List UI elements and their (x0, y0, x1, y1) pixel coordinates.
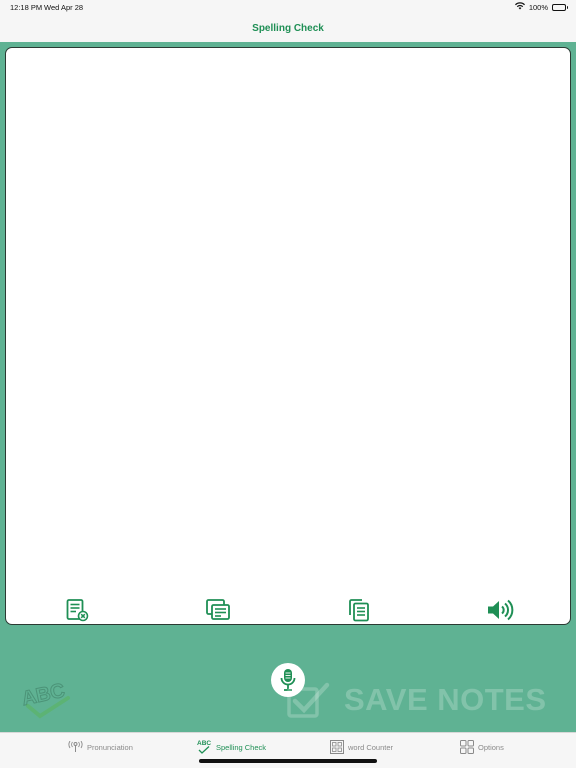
tab-options[interactable]: Options (460, 738, 504, 756)
tab-pronunciation[interactable]: Pronunciation (68, 738, 133, 756)
text-editor[interactable] (12, 54, 564, 584)
paste-icon (206, 599, 230, 620)
svg-text:ABC: ABC (197, 740, 211, 747)
copy-icon (349, 599, 369, 622)
checkbox-check-icon (287, 682, 330, 718)
tab-spelling-check[interactable]: ABC Spelling Check (196, 738, 266, 756)
clear-text-button[interactable] (63, 596, 91, 624)
abc-logo: ABC (18, 676, 78, 722)
clear-text-icon (66, 599, 89, 622)
wifi-icon (514, 2, 525, 12)
status-date: Wed Apr 28 (44, 3, 84, 12)
tab-label: Options (478, 742, 504, 752)
speaker-icon (488, 599, 514, 621)
page-title: Spelling Check (252, 22, 324, 34)
tab-label: word Counter (348, 742, 394, 752)
tab-label: Pronunciation (87, 742, 133, 752)
pronunciation-icon (68, 741, 83, 752)
battery-icon (552, 3, 568, 11)
save-notes-button[interactable]: SAVE NOTES (286, 680, 547, 720)
battery-percent: 100% (528, 2, 548, 12)
speak-button[interactable] (486, 596, 514, 624)
tab-label: Spelling Check (216, 742, 267, 752)
tab-word-counter[interactable]: word Counter (330, 738, 393, 756)
home-indicator[interactable] (199, 759, 377, 763)
text-editor-card (5, 47, 571, 625)
status-time: 12:18 PM (10, 3, 43, 12)
abc-check-icon: ABC (197, 740, 211, 754)
save-notes-label: SAVE NOTES (344, 682, 547, 717)
copy-button[interactable] (345, 596, 373, 624)
word-counter-icon (330, 740, 344, 754)
status-bar: 12:18 PM Wed Apr 28 100% (0, 0, 576, 14)
status-right: 100% (514, 2, 568, 12)
grid-icon (460, 740, 474, 754)
paste-button[interactable] (204, 596, 232, 624)
nav-bar: Spelling Check (0, 14, 576, 42)
